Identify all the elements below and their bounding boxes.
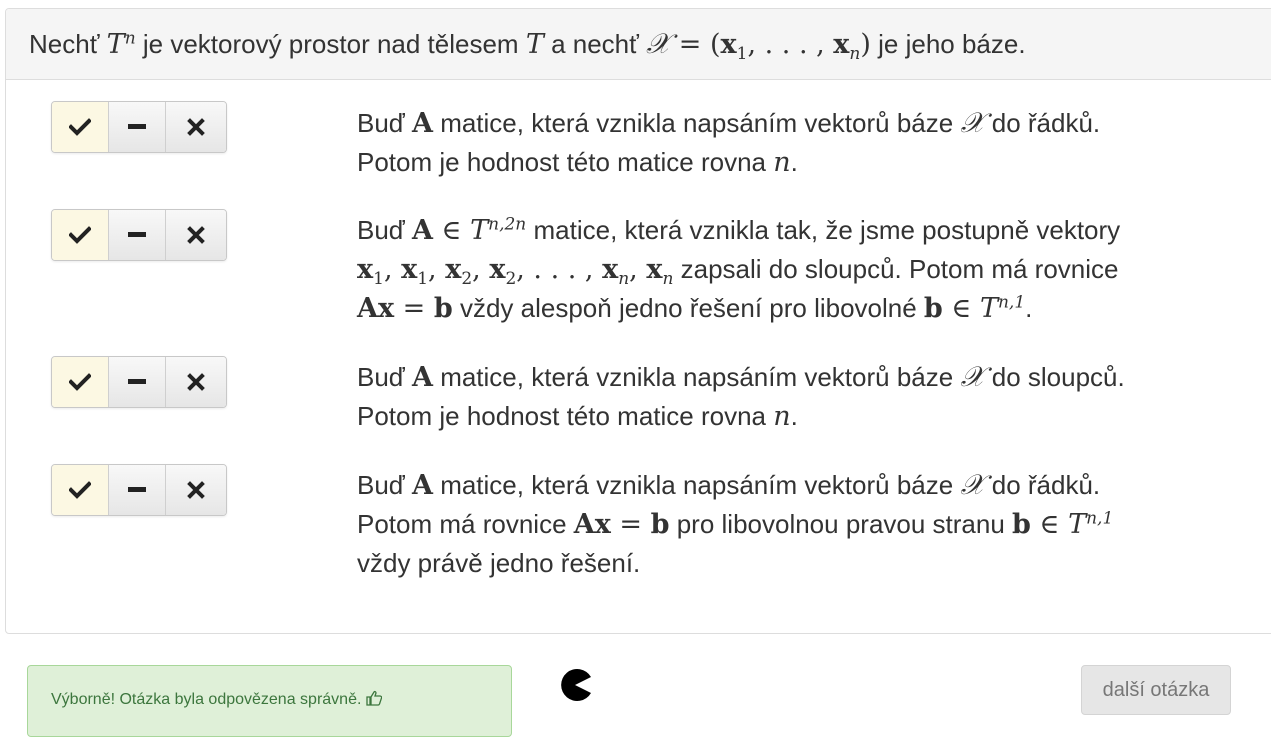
- question-suffix: je jeho báze.: [870, 29, 1026, 59]
- answer-skip-button[interactable]: [109, 357, 166, 407]
- success-message-text: Výborně! Otázka byla odpovězena správně.: [51, 691, 362, 708]
- minus-icon: [128, 124, 146, 129]
- answer-false-button[interactable]: [166, 210, 226, 260]
- answer-true-button[interactable]: [52, 357, 109, 407]
- times-icon: [187, 481, 205, 499]
- answer-false-button[interactable]: [166, 357, 226, 407]
- pacman-loader-icon: [561, 669, 591, 701]
- question-panel: Nechť Tn je vektorový prostor nad tělese…: [5, 8, 1271, 634]
- check-icon: [69, 373, 91, 391]
- statement-text: Buď A matice, která vznikla napsáním vek…: [357, 360, 1125, 432]
- question-prefix: Nechť: [29, 29, 107, 59]
- answer-toggle-group: [51, 464, 227, 516]
- answer-true-button[interactable]: [52, 465, 109, 515]
- answer-skip-button[interactable]: [109, 465, 166, 515]
- success-alert: Výborně! Otázka byla odpovězena správně.: [27, 665, 512, 737]
- check-icon: [69, 118, 91, 136]
- question-middle-1: je vektorový prostor nad tělesem: [135, 29, 526, 59]
- minus-icon: [128, 379, 146, 384]
- times-icon: [187, 373, 205, 391]
- question-text: Nechť Tn je vektorový prostor nad tělese…: [29, 27, 1026, 65]
- times-icon: [187, 226, 205, 244]
- next-question-button[interactable]: další otázka: [1081, 665, 1231, 715]
- statement-text: Buď A ∈ Tn,2n matice, která vznikla tak,…: [357, 214, 1121, 324]
- minus-icon: [128, 487, 146, 492]
- check-icon: [69, 226, 91, 244]
- statement-text: Buď A matice, která vznikla napsáním vek…: [357, 468, 1114, 578]
- answer-skip-button[interactable]: [109, 210, 166, 260]
- next-question-label: další otázka: [1102, 678, 1210, 701]
- answer-false-button[interactable]: [166, 102, 226, 152]
- answer-false-button[interactable]: [166, 465, 226, 515]
- answer-true-button[interactable]: [52, 102, 109, 152]
- answer-toggle-group: [51, 209, 227, 261]
- statement-text: Buď A matice, která vznikla napsáním vek…: [357, 106, 1101, 178]
- question-heading: Nechť Tn je vektorový prostor nad tělese…: [6, 9, 1271, 80]
- check-icon: [69, 481, 91, 499]
- answer-true-button[interactable]: [52, 210, 109, 260]
- answer-toggle-group: [51, 356, 227, 408]
- success-message: Výborně! Otázka byla odpovězena správně.: [51, 689, 383, 711]
- times-icon: [187, 118, 205, 136]
- question-middle-2: a nechť: [543, 29, 647, 59]
- answer-toggle-group: [51, 101, 227, 153]
- answer-skip-button[interactable]: [109, 102, 166, 152]
- thumbs-up-icon: [366, 690, 383, 706]
- minus-icon: [128, 232, 146, 237]
